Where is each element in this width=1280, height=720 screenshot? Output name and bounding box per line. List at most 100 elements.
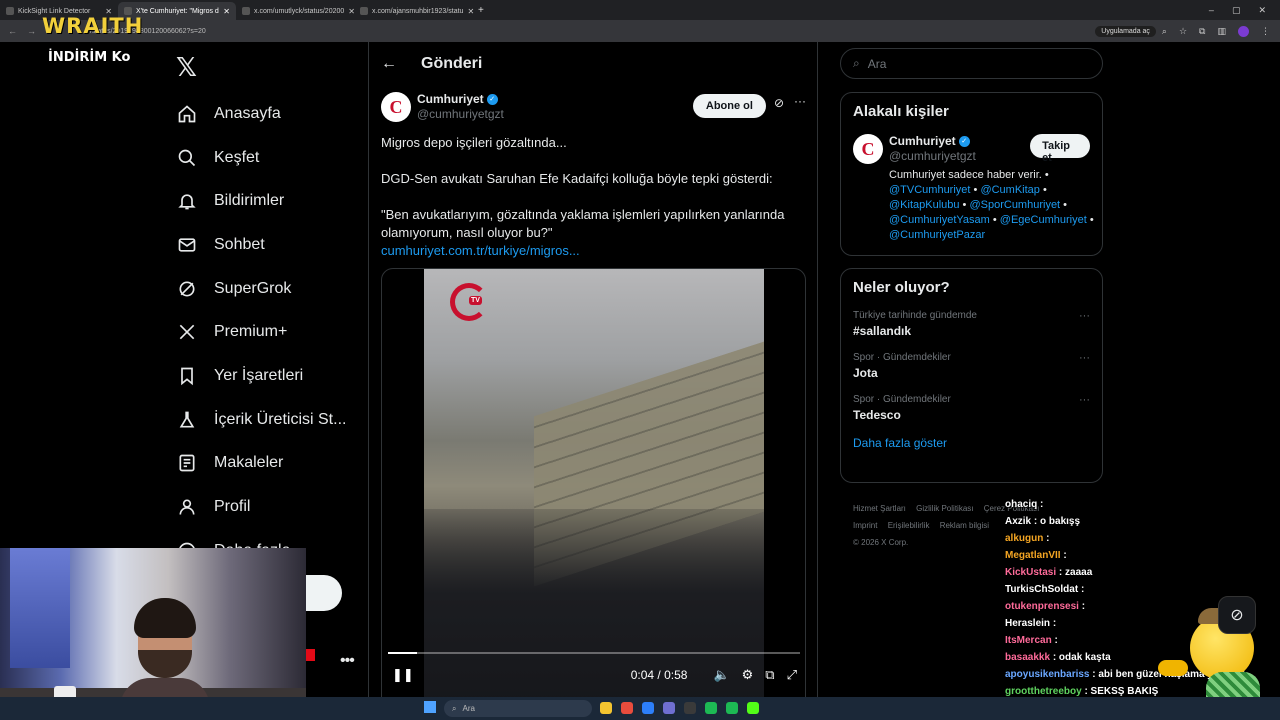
bio-mention[interactable]: @CumhuriyetYasam: [889, 214, 990, 226]
chat-username[interactable]: apoyusikenbariss: [1005, 669, 1089, 680]
sidebar-icon[interactable]: ▥: [1217, 26, 1226, 37]
url-field[interactable]: /status/2019794800120066062?s=20: [50, 23, 1095, 39]
close-icon[interactable]: ✕: [223, 7, 230, 16]
trend-more-icon[interactable]: ···: [1079, 310, 1090, 322]
video-progress-bar[interactable]: [388, 652, 800, 654]
sidebar-item-premium[interactable]: Premium+: [176, 310, 356, 354]
post-more-icon[interactable]: ···: [794, 94, 806, 108]
kick-icon[interactable]: [747, 702, 759, 714]
grok-fab-icon[interactable]: ⊘: [1218, 596, 1256, 634]
spotify-icon[interactable]: [705, 702, 717, 714]
chrome-icon[interactable]: [621, 702, 633, 714]
trend-item[interactable]: Spor · Gündemdekiler Tedesco ···: [853, 394, 1090, 422]
author-handle[interactable]: @cumhuriyetgzt: [417, 107, 504, 121]
extensions-icon[interactable]: ⧉: [1199, 26, 1205, 37]
subscribe-button[interactable]: Abone ol: [692, 94, 766, 118]
author-name[interactable]: Cumhuriyet ✓: [417, 92, 504, 106]
footer-link[interactable]: Hizmet Şartları: [853, 504, 906, 513]
browser-tab[interactable]: x.com/ajansmuhbir1923/statu ✕: [354, 2, 474, 20]
show-more-link[interactable]: Daha fazla göster: [853, 436, 1090, 450]
sidebar-item-home[interactable]: Anasayfa: [176, 92, 356, 136]
menu-icon[interactable]: ⋮: [1261, 26, 1270, 37]
chat-username[interactable]: MegatlanVII: [1005, 550, 1061, 561]
trend-more-icon[interactable]: ···: [1079, 394, 1090, 406]
related-handle[interactable]: @cumhuriyetgzt: [889, 149, 1030, 163]
footer-link[interactable]: Imprint: [853, 521, 877, 530]
open-in-app-chip[interactable]: Uygulamada aç: [1095, 25, 1156, 37]
obs-icon[interactable]: [684, 702, 696, 714]
grok-explain-icon[interactable]: ⊘: [774, 96, 784, 110]
x-logo[interactable]: 𝕏: [176, 52, 197, 83]
video-progress-fill: [388, 652, 417, 654]
chat-username[interactable]: Heraslein: [1005, 618, 1050, 629]
sidebar-item-bookmarks[interactable]: Yer İşaretleri: [176, 354, 356, 398]
fullscreen-icon[interactable]: ⤢: [787, 667, 797, 683]
sidebar-item-notifications[interactable]: Bildirimler: [176, 179, 356, 223]
bio-mention[interactable]: @KitapKulubu: [889, 199, 960, 211]
bio-mention[interactable]: @SporCumhuriyet: [969, 199, 1060, 211]
footer-link[interactable]: Gizlilik Politikası: [916, 504, 973, 513]
pause-icon[interactable]: ❚❚: [392, 667, 414, 683]
star-icon[interactable]: ☆: [1179, 26, 1187, 37]
chat-username[interactable]: alkugun: [1005, 533, 1043, 544]
bio-mention[interactable]: @EgeCumhuriyet: [1000, 214, 1087, 226]
chat-username[interactable]: Axzik: [1005, 516, 1031, 527]
chat-username[interactable]: basaakkk: [1005, 652, 1050, 663]
sidebar-item-supergrok[interactable]: SuperGrok: [176, 267, 356, 311]
pip-icon[interactable]: ⧉: [765, 667, 774, 683]
bio-mention[interactable]: @CumKitap: [980, 184, 1039, 196]
sidebar-item-explore[interactable]: Keşfet: [176, 136, 356, 180]
taskbar-search[interactable]: ⌕ Ara: [444, 700, 592, 717]
maximize-icon[interactable]: ▢: [1232, 5, 1241, 16]
forward-icon[interactable]: →: [27, 26, 36, 36]
related-info: Cumhuriyet ✓ @cumhuriyetgzt: [889, 134, 1030, 164]
chat-username[interactable]: ItsMercan: [1005, 635, 1052, 646]
related-name[interactable]: Cumhuriyet ✓: [889, 134, 1030, 148]
sidebar-item-articles[interactable]: Makaleler: [176, 442, 356, 486]
new-tab-icon[interactable]: +: [472, 5, 484, 16]
close-window-icon[interactable]: ✕: [1258, 5, 1266, 16]
trend-more-icon[interactable]: ···: [1079, 352, 1090, 364]
nav-buttons: ← →: [0, 26, 44, 36]
footer-link[interactable]: Reklam bilgisi: [940, 521, 989, 530]
browser-tab[interactable]: x.com/umutlyck/status/20200 ✕: [236, 2, 355, 20]
back-arrow-icon[interactable]: ←: [381, 55, 397, 73]
search-input[interactable]: ⌕ Ara: [840, 48, 1103, 79]
settings-icon[interactable]: ⚙: [742, 667, 754, 683]
back-icon[interactable]: ←: [8, 26, 17, 36]
bio-mention[interactable]: @TVCumhuriyet: [889, 184, 970, 196]
sidebar-item-messages[interactable]: Sohbet: [176, 223, 356, 267]
discord-icon[interactable]: [663, 702, 675, 714]
chat-username[interactable]: TurkisChSoldat: [1005, 584, 1078, 595]
account-more-icon[interactable]: •••: [340, 652, 355, 670]
video-player[interactable]: TV ❚❚ 0:04 / 0:58 🔈 ⚙ ⧉ ⤢: [381, 268, 806, 720]
zoom-icon[interactable]: ⌕: [1162, 26, 1167, 37]
minimize-icon[interactable]: –: [1209, 5, 1214, 16]
start-icon[interactable]: [424, 701, 436, 713]
trend-item[interactable]: Spor · Gündemdekiler Jota ···: [853, 352, 1090, 380]
related-avatar[interactable]: C: [853, 134, 883, 164]
sidebar-item-creator-studio[interactable]: İçerik Üreticisi St...: [176, 398, 356, 442]
edge-icon[interactable]: [642, 702, 654, 714]
post-author: C Cumhuriyet ✓ @cumhuriyetgzt Abone ol ⊘ …: [381, 92, 806, 122]
chat-username[interactable]: KickUstasi: [1005, 567, 1056, 578]
chat-text: :: [1046, 533, 1050, 544]
chat-username[interactable]: otukenprensesi: [1005, 601, 1079, 612]
person-icon: [176, 496, 198, 518]
trend-item[interactable]: Türkiye tarihinde gündemde #sallandık ··…: [853, 310, 1090, 338]
app-icon[interactable]: [726, 702, 738, 714]
volume-icon[interactable]: 🔈: [713, 667, 729, 683]
profile-avatar[interactable]: [1238, 25, 1249, 37]
bio-mention[interactable]: @CumhuriyetPazar: [889, 229, 985, 241]
flag-icon: [305, 649, 315, 661]
author-avatar[interactable]: C: [381, 92, 411, 122]
footer-link[interactable]: Erişilebilirlik: [888, 521, 930, 530]
chat-message: ItsMercan :: [1005, 632, 1205, 649]
post-link[interactable]: cumhuriyet.com.tr/turkiye/migros...: [381, 242, 806, 260]
follow-button[interactable]: Takip et: [1030, 134, 1090, 164]
home-icon: [176, 103, 198, 125]
sidebar-item-profile[interactable]: Profil: [176, 485, 356, 529]
file-explorer-icon[interactable]: [600, 702, 612, 714]
chat-username[interactable]: grootthetreeboy: [1005, 686, 1082, 697]
bell-icon: [176, 190, 198, 212]
